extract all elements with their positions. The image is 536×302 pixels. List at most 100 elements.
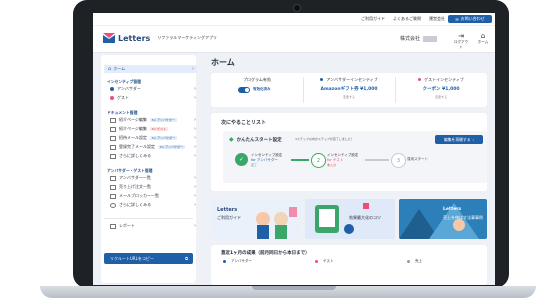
copy-recruit-url-button[interactable]: リクルートURLをコピー ⧉ bbox=[104, 253, 193, 264]
step-3-number-icon: 3 bbox=[391, 153, 406, 168]
results-title: 直近1ヶ月の成果（前月同日から本日まで） bbox=[221, 251, 310, 256]
step-connector bbox=[291, 159, 309, 161]
beginner-mark-icon: ◆ bbox=[229, 136, 234, 143]
sidebar-item-label: ゲスト bbox=[117, 95, 129, 100]
ambassador-icon bbox=[110, 87, 114, 91]
logo-subtitle: リファラルマーケティングアプリ bbox=[157, 35, 217, 40]
sidebar-item-ambassador-list[interactable]: アンバサダー一覧 › bbox=[104, 174, 199, 182]
guest-incentive-change[interactable]: 変更する bbox=[395, 95, 487, 99]
sidebar-item-document[interactable]: 紹介ページ編集 for アンバサダー › bbox=[104, 116, 199, 124]
home-nav-icon: ⌂ bbox=[108, 66, 112, 72]
more-icon bbox=[110, 202, 116, 208]
sidebar-item-label: 紹介ページ編集 bbox=[119, 117, 147, 122]
sidebar-item-label: レポート bbox=[119, 223, 135, 228]
letters-logo-icon bbox=[103, 33, 115, 43]
sidebar-home-label: ホーム bbox=[113, 66, 126, 71]
sidebar-item-document[interactable]: さらに詳しくみる › bbox=[104, 152, 199, 160]
chevron-right-icon: › bbox=[194, 184, 196, 190]
sidebar-item-label: 売り上げ注文一覧 bbox=[119, 184, 151, 189]
sidebar-item-report[interactable]: レポート › bbox=[104, 222, 199, 230]
faq-link[interactable]: よくあるご質問 bbox=[393, 16, 421, 22]
company-info: 株式会社 bbox=[400, 35, 437, 42]
sidebar-item-document[interactable]: 登録完了メール設定 for アンバサダー › bbox=[104, 143, 199, 151]
document-icon bbox=[110, 153, 116, 159]
setup-title: ◆ かんたんスタート設定 bbox=[229, 136, 282, 143]
chevron-right-icon: › bbox=[472, 137, 475, 142]
chevron-right-icon: › bbox=[194, 117, 196, 123]
chevron-right-icon: › bbox=[194, 135, 196, 141]
legend-guest: ゲスト bbox=[315, 259, 334, 264]
banner-caption: 売上を伸ばす法事事例 bbox=[443, 215, 483, 220]
tips-banner[interactable]: 効果最大化のコツ bbox=[305, 199, 395, 239]
top-bar: ご利用ガイド よくあるご質問 運営会社 ✉ お問い合わせ bbox=[93, 13, 495, 25]
document-icon bbox=[110, 144, 116, 150]
cart-icon bbox=[110, 184, 116, 190]
sales-icon bbox=[407, 260, 410, 263]
sidebar-item-ambassador[interactable]: アンバサダー › bbox=[104, 85, 199, 93]
guest-icon bbox=[418, 78, 422, 81]
step-3-label: 運用スタート bbox=[407, 157, 428, 161]
sidebar-item-document[interactable]: 紹介ページ編集 for ゲスト › bbox=[104, 125, 199, 133]
home-icon: ⌂ bbox=[480, 32, 486, 40]
company-name-redacted bbox=[423, 35, 437, 42]
results-card: 直近1ヶ月の成果（前月同日から本日まで） bbox=[211, 245, 487, 285]
resume-edit-button[interactable]: 編集を再開する › bbox=[435, 135, 483, 144]
sidebar-item-mail-blocker[interactable]: メールブロッカー一覧 › bbox=[104, 192, 199, 200]
sidebar-item-label: メールブロッカー一覧 bbox=[119, 193, 159, 198]
chevron-right-icon: › bbox=[194, 193, 196, 199]
chevron-right-icon: › bbox=[194, 223, 196, 229]
document-icon bbox=[110, 126, 116, 132]
sidebar-item-document[interactable]: 招待メール設定 for アンバサダー › bbox=[104, 134, 199, 142]
sidebar-item-label: アンバサダー bbox=[117, 86, 141, 91]
guest-incentive-title: ゲストインセンティブ bbox=[395, 77, 487, 83]
ambassador-icon bbox=[223, 260, 226, 263]
logo[interactable]: Letters リファラルマーケティングアプリ bbox=[103, 33, 217, 43]
screen: ご利用ガイド よくあるご質問 運営会社 ✉ お問い合わせ Letters リファ… bbox=[93, 13, 495, 285]
sidebar-item-more-ambassador[interactable]: さらに詳しくみる › bbox=[104, 201, 199, 209]
sidebar-item-orders[interactable]: 売り上げ注文一覧 › bbox=[104, 183, 199, 191]
todo-title: 次にやることリスト bbox=[221, 120, 267, 126]
step-connector bbox=[365, 159, 389, 161]
sidebar-item-label: 招待メール設定 bbox=[119, 135, 147, 140]
home-label: ホーム bbox=[477, 40, 489, 44]
guide-banner[interactable]: Letters ご利用ガイド bbox=[211, 199, 301, 239]
mail-block-icon bbox=[110, 193, 116, 199]
guest-incentive-value: クーポン ¥1,000 bbox=[422, 87, 460, 92]
banner-logo: Letters bbox=[443, 207, 462, 212]
home-button[interactable]: ⌂ ホーム bbox=[475, 32, 491, 45]
sidebar-item-label: 登録完了メール設定 bbox=[119, 144, 155, 149]
chevron-right-icon: › bbox=[194, 95, 196, 101]
logout-button[interactable]: ⇥ ログアウト bbox=[453, 32, 469, 50]
audience-badge: for アンバサダー bbox=[158, 145, 185, 149]
setup-note: 3ステップ以内のステップが完了しました！ bbox=[295, 137, 354, 141]
sidebar-item-home[interactable]: ⌂ ホーム › bbox=[104, 65, 197, 73]
report-icon bbox=[110, 223, 116, 229]
chevron-right-icon: › bbox=[194, 86, 196, 92]
laptop-notch bbox=[252, 286, 336, 290]
sidebar-item-label: 紹介ページ編集 bbox=[119, 126, 147, 131]
ambassador-icon bbox=[320, 78, 324, 81]
banner-caption: 効果最大化のコツ bbox=[349, 215, 381, 220]
guide-link[interactable]: ご利用ガイド bbox=[361, 16, 385, 22]
step-2-status: 未入力 bbox=[327, 163, 337, 167]
step-1-status: 完了 bbox=[251, 163, 258, 167]
sidebar-item-label: さらに詳しくみる bbox=[119, 153, 152, 158]
sidebar-item-guest[interactable]: ゲスト › bbox=[104, 94, 199, 102]
sidebar-item-label: アンバサダー一覧 bbox=[119, 175, 151, 180]
document-icon bbox=[110, 117, 116, 123]
ambassador-incentive-change[interactable]: 変更する bbox=[303, 95, 395, 99]
case-study-banner[interactable]: Letters 売上を伸ばす法事事例 bbox=[399, 199, 487, 239]
banner-logo: Letters bbox=[217, 207, 238, 213]
page-title: ホーム bbox=[211, 58, 235, 67]
program-toggle[interactable] bbox=[238, 87, 250, 93]
company-link[interactable]: 運営会社 bbox=[429, 16, 445, 22]
chevron-right-icon: › bbox=[194, 144, 196, 150]
step-1-check-icon: ✓ bbox=[235, 153, 248, 166]
contact-button[interactable]: ✉ お問い合わせ bbox=[448, 15, 492, 23]
logo-text: Letters bbox=[118, 33, 151, 43]
program-title: プログラム有効 bbox=[243, 77, 271, 82]
chevron-right-icon: › bbox=[192, 66, 194, 72]
logout-icon: ⇥ bbox=[458, 32, 464, 40]
header: Letters リファラルマーケティングアプリ 株式会社 ⇥ ログアウト ⌂ ホ… bbox=[93, 25, 495, 53]
contact-label: お問い合わせ bbox=[460, 16, 485, 21]
